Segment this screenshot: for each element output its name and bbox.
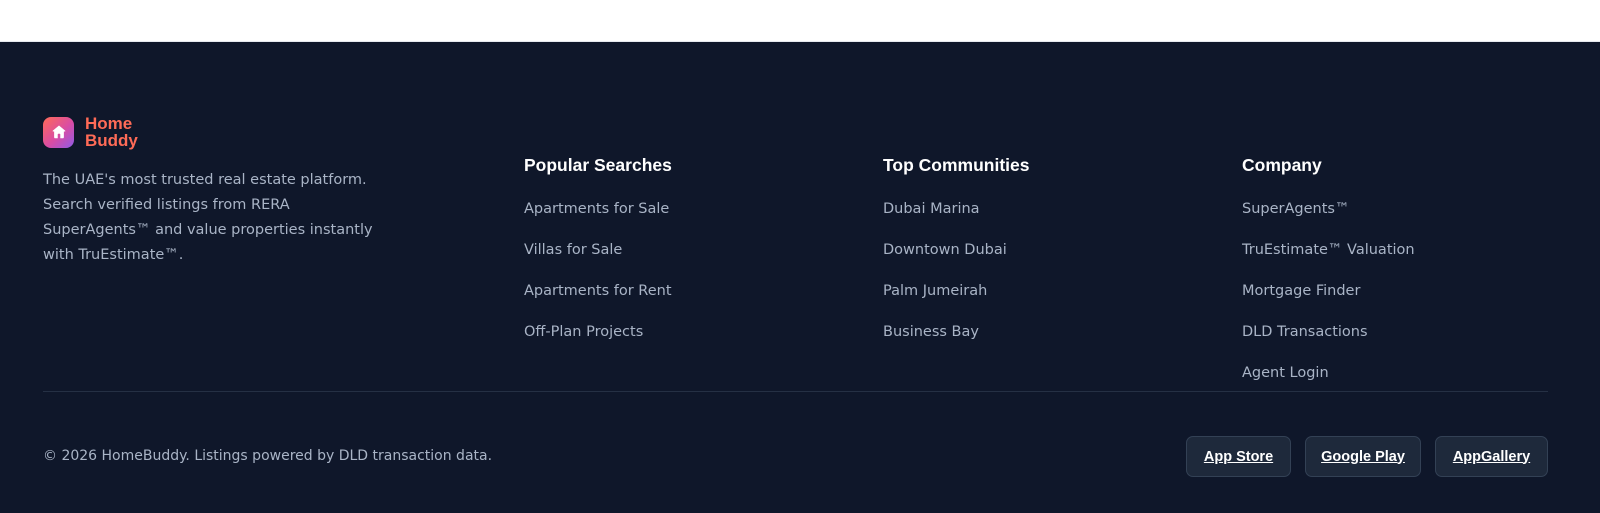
- list-item: Off-Plan Projects: [524, 311, 672, 352]
- appgallery-button[interactable]: AppGallery: [1435, 436, 1548, 477]
- homebuddy-logo[interactable]: Home Buddy: [43, 114, 393, 150]
- mortgage-finder-link[interactable]: Mortgage Finder: [1242, 281, 1360, 301]
- top-communities-heading: Top Communities: [883, 155, 1030, 175]
- list-item: Apartments for Sale: [524, 188, 672, 229]
- villas-for-sale-link[interactable]: Villas for Sale: [524, 240, 622, 260]
- brand-description: The UAE's most trusted real estate platf…: [43, 172, 373, 263]
- list-item: Palm Jumeirah: [883, 270, 1029, 311]
- app-download-buttons: App Store Google Play AppGallery: [1186, 436, 1548, 477]
- site-footer: Home Buddy The UAE's most trusted real e…: [0, 42, 1600, 513]
- company-list: SuperAgents™ TruEstimate™ Valuation Mort…: [1242, 188, 1415, 393]
- list-item: TruEstimate™ Valuation: [1242, 229, 1415, 270]
- footer-inner: Home Buddy The UAE's most trusted real e…: [43, 42, 1548, 513]
- business-bay-link[interactable]: Business Bay: [883, 322, 979, 342]
- top-communities-list: Dubai Marina Downtown Dubai Palm Jumeira…: [883, 188, 1029, 352]
- list-item: Business Bay: [883, 311, 1029, 352]
- house-icon: [43, 116, 74, 148]
- list-item: DLD Transactions: [1242, 311, 1415, 352]
- company-column: Company SuperAgents™ TruEstimate™ Valuat…: [1242, 154, 1415, 393]
- app-store-button[interactable]: App Store: [1186, 436, 1291, 477]
- copyright-text: © 2026 HomeBuddy. Listings powered by DL…: [43, 448, 493, 464]
- downtown-dubai-link[interactable]: Downtown Dubai: [883, 240, 1007, 260]
- list-item: Downtown Dubai: [883, 229, 1029, 270]
- list-item: Apartments for Rent: [524, 270, 672, 311]
- popular-searches-column: Popular Searches Apartments for Sale Vil…: [524, 154, 672, 352]
- dld-transactions-link[interactable]: DLD Transactions: [1242, 322, 1368, 342]
- top-communities-column: Top Communities Dubai Marina Downtown Du…: [883, 154, 1029, 352]
- list-item: Dubai Marina: [883, 188, 1029, 229]
- popular-searches-list: Apartments for Sale Villas for Sale Apar…: [524, 188, 672, 352]
- page-content-bottom: [0, 0, 1600, 42]
- apartments-for-sale-link[interactable]: Apartments for Sale: [524, 199, 669, 219]
- popular-searches-heading: Popular Searches: [524, 155, 672, 175]
- superagents-link[interactable]: SuperAgents™: [1242, 199, 1349, 219]
- list-item: Agent Login: [1242, 352, 1415, 393]
- company-heading: Company: [1242, 155, 1322, 175]
- apartments-for-rent-link[interactable]: Apartments for Rent: [524, 281, 672, 301]
- truestimate-valuation-link[interactable]: TruEstimate™ Valuation: [1242, 240, 1415, 260]
- list-item: SuperAgents™: [1242, 188, 1415, 229]
- list-item: Villas for Sale: [524, 229, 672, 270]
- list-item: Mortgage Finder: [1242, 270, 1415, 311]
- dubai-marina-link[interactable]: Dubai Marina: [883, 199, 980, 219]
- agent-login-link[interactable]: Agent Login: [1242, 363, 1329, 383]
- footer-divider: [43, 391, 1548, 392]
- google-play-button[interactable]: Google Play: [1305, 436, 1421, 477]
- off-plan-projects-link[interactable]: Off-Plan Projects: [524, 322, 643, 342]
- brand-name-line-2: Buddy: [85, 131, 138, 150]
- footer-brand-section: Home Buddy The UAE's most trusted real e…: [43, 114, 393, 268]
- brand-name: Home Buddy: [85, 115, 157, 149]
- palm-jumeirah-link[interactable]: Palm Jumeirah: [883, 281, 987, 301]
